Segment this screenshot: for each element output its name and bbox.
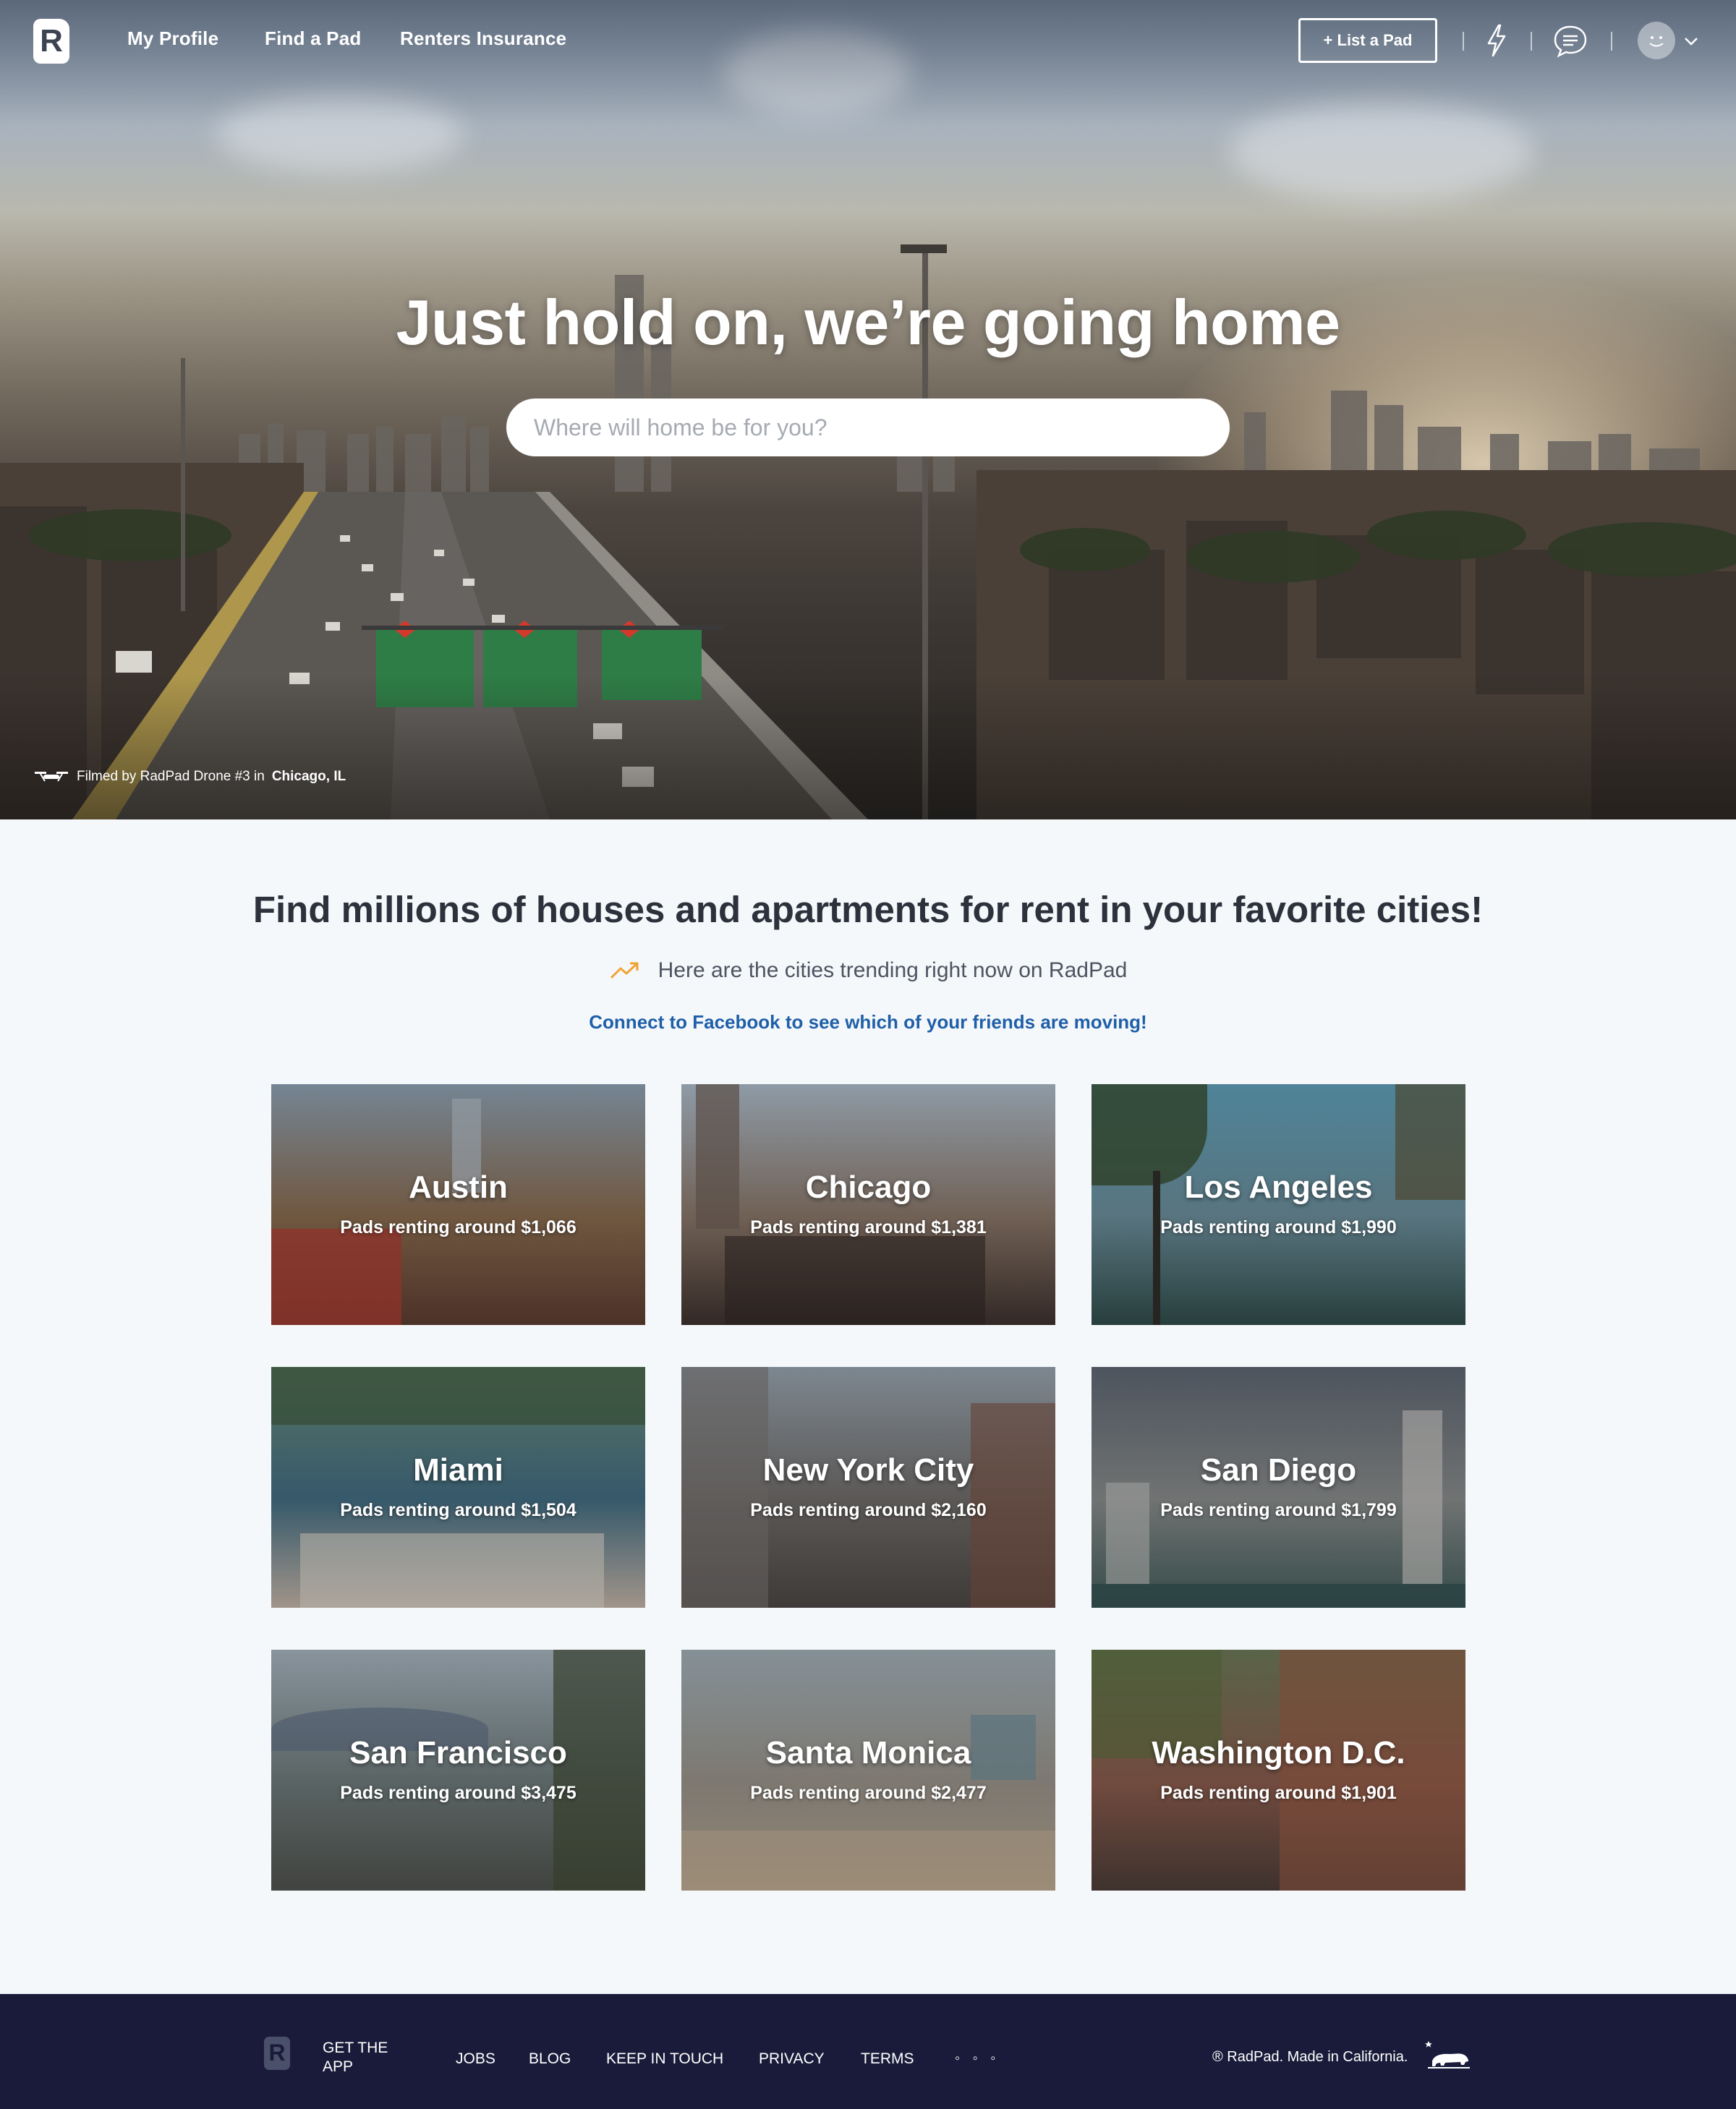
footer-keep-in-touch-link[interactable]: KEEP IN TOUCH [606,2050,723,2068]
nav-divider [1463,32,1464,51]
city-card-san-diego[interactable]: San Diego Pads renting around $1,799 [1092,1367,1465,1608]
nav-divider [1611,32,1612,51]
city-card-washington-dc[interactable]: Washington D.C. Pads renting around $1,9… [1092,1650,1465,1891]
city-price: Pads renting around $1,066 [340,1217,576,1237]
nav-divider [1531,32,1532,51]
nav-my-profile[interactable]: My Profile [127,27,218,50]
nav-find-a-pad[interactable]: Find a Pad [265,27,361,50]
lightning-icon[interactable] [1484,23,1509,58]
footer-blog-link[interactable]: BLOG [529,2050,571,2068]
city-price: Pads renting around $1,901 [1160,1783,1397,1803]
search-input[interactable] [506,399,1230,456]
city-price: Pads renting around $1,799 [1160,1500,1397,1520]
trending-up-icon [610,962,639,979]
city-name: San Francisco [349,1735,567,1771]
city-name: Washington D.C. [1152,1735,1405,1771]
drone-credit-text: Filmed by RadPad Drone #3 in [77,769,265,784]
get-app-line: GET THE [323,2040,388,2056]
drone-credit: Filmed by RadPad Drone #3 in Chicago, IL [33,769,346,785]
city-price: Pads renting around $3,475 [340,1783,576,1803]
footer-privacy-link[interactable]: PRIVACY [759,2050,825,2068]
footer-logo-letter: R [268,2040,286,2066]
facebook-connect-link[interactable]: Connect to Facebook to see which of your… [0,1011,1736,1034]
city-name: San Diego [1200,1452,1357,1488]
nav-renters-insurance[interactable]: Renters Insurance [400,27,566,50]
city-price: Pads renting around $1,990 [1160,1217,1397,1237]
city-price: Pads renting around $1,504 [340,1500,576,1520]
trending-text: Here are the cities trending right now o… [658,958,1128,982]
footer-more-icon[interactable]: ◦ ◦ ◦ [955,2050,1000,2067]
city-price: Pads renting around $2,160 [750,1500,987,1520]
chat-icon[interactable] [1552,23,1588,58]
drone-credit-location[interactable]: Chicago, IL [272,769,346,785]
avatar-icon[interactable] [1638,22,1675,59]
main-content: Find millions of houses and apartments f… [0,819,1736,1994]
list-a-pad-button[interactable]: + List a Pad [1298,18,1437,63]
city-name: Los Angeles [1184,1169,1373,1205]
california-bear-icon [1425,2041,1470,2068]
city-card-austin[interactable]: Austin Pads renting around $1,066 [271,1084,645,1325]
chevron-down-icon[interactable] [1684,36,1698,46]
city-name: Santa Monica [765,1735,971,1771]
get-the-app-link[interactable]: GET THE APP [323,2039,388,2076]
hero-banner: R My Profile Find a Pad Renters Insuranc… [0,0,1736,819]
city-card-chicago[interactable]: Chicago Pads renting around $1,381 [681,1084,1055,1325]
city-price: Pads renting around $1,381 [750,1217,987,1237]
hero-title: Just hold on, we’re going home [396,286,1340,358]
drone-icon [35,772,68,782]
city-name: New York City [762,1452,974,1488]
city-grid: Austin Pads renting around $1,066 Chicag… [271,1084,1465,1891]
city-price: Pads renting around $2,477 [750,1783,987,1803]
footer: R GET THE APP JOBS BLOG KEEP IN TOUCH PR… [0,1994,1736,2109]
city-name: Miami [413,1452,503,1488]
city-name: Austin [409,1169,508,1205]
hero-bottom-fade [0,675,1736,819]
city-card-santa-monica[interactable]: Santa Monica Pads renting around $2,477 [681,1650,1055,1891]
city-card-new-york-city[interactable]: New York City Pads renting around $2,160 [681,1367,1055,1608]
city-name: Chicago [805,1169,932,1205]
footer-copyright: ® RadPad. Made in California. [1212,2049,1408,2065]
trending-line: Here are the cities trending right now o… [0,958,1736,983]
get-app-line: APP [323,2058,354,2075]
city-card-san-francisco[interactable]: San Francisco Pads renting around $3,475 [271,1650,645,1891]
city-card-los-angeles[interactable]: Los Angeles Pads renting around $1,990 [1092,1084,1465,1325]
page-headline: Find millions of houses and apartments f… [252,889,1484,930]
footer-terms-link[interactable]: TERMS [861,2050,914,2068]
footer-jobs-link[interactable]: JOBS [456,2050,495,2068]
city-card-miami[interactable]: Miami Pads renting around $1,504 [271,1367,645,1608]
radpad-logo[interactable]: R [33,19,69,64]
smiley-icon [1649,36,1664,47]
logo-letter: R [40,23,63,59]
footer-logo[interactable]: R [264,2037,290,2070]
top-navbar: R My Profile Find a Pad Renters Insuranc… [0,0,1736,81]
